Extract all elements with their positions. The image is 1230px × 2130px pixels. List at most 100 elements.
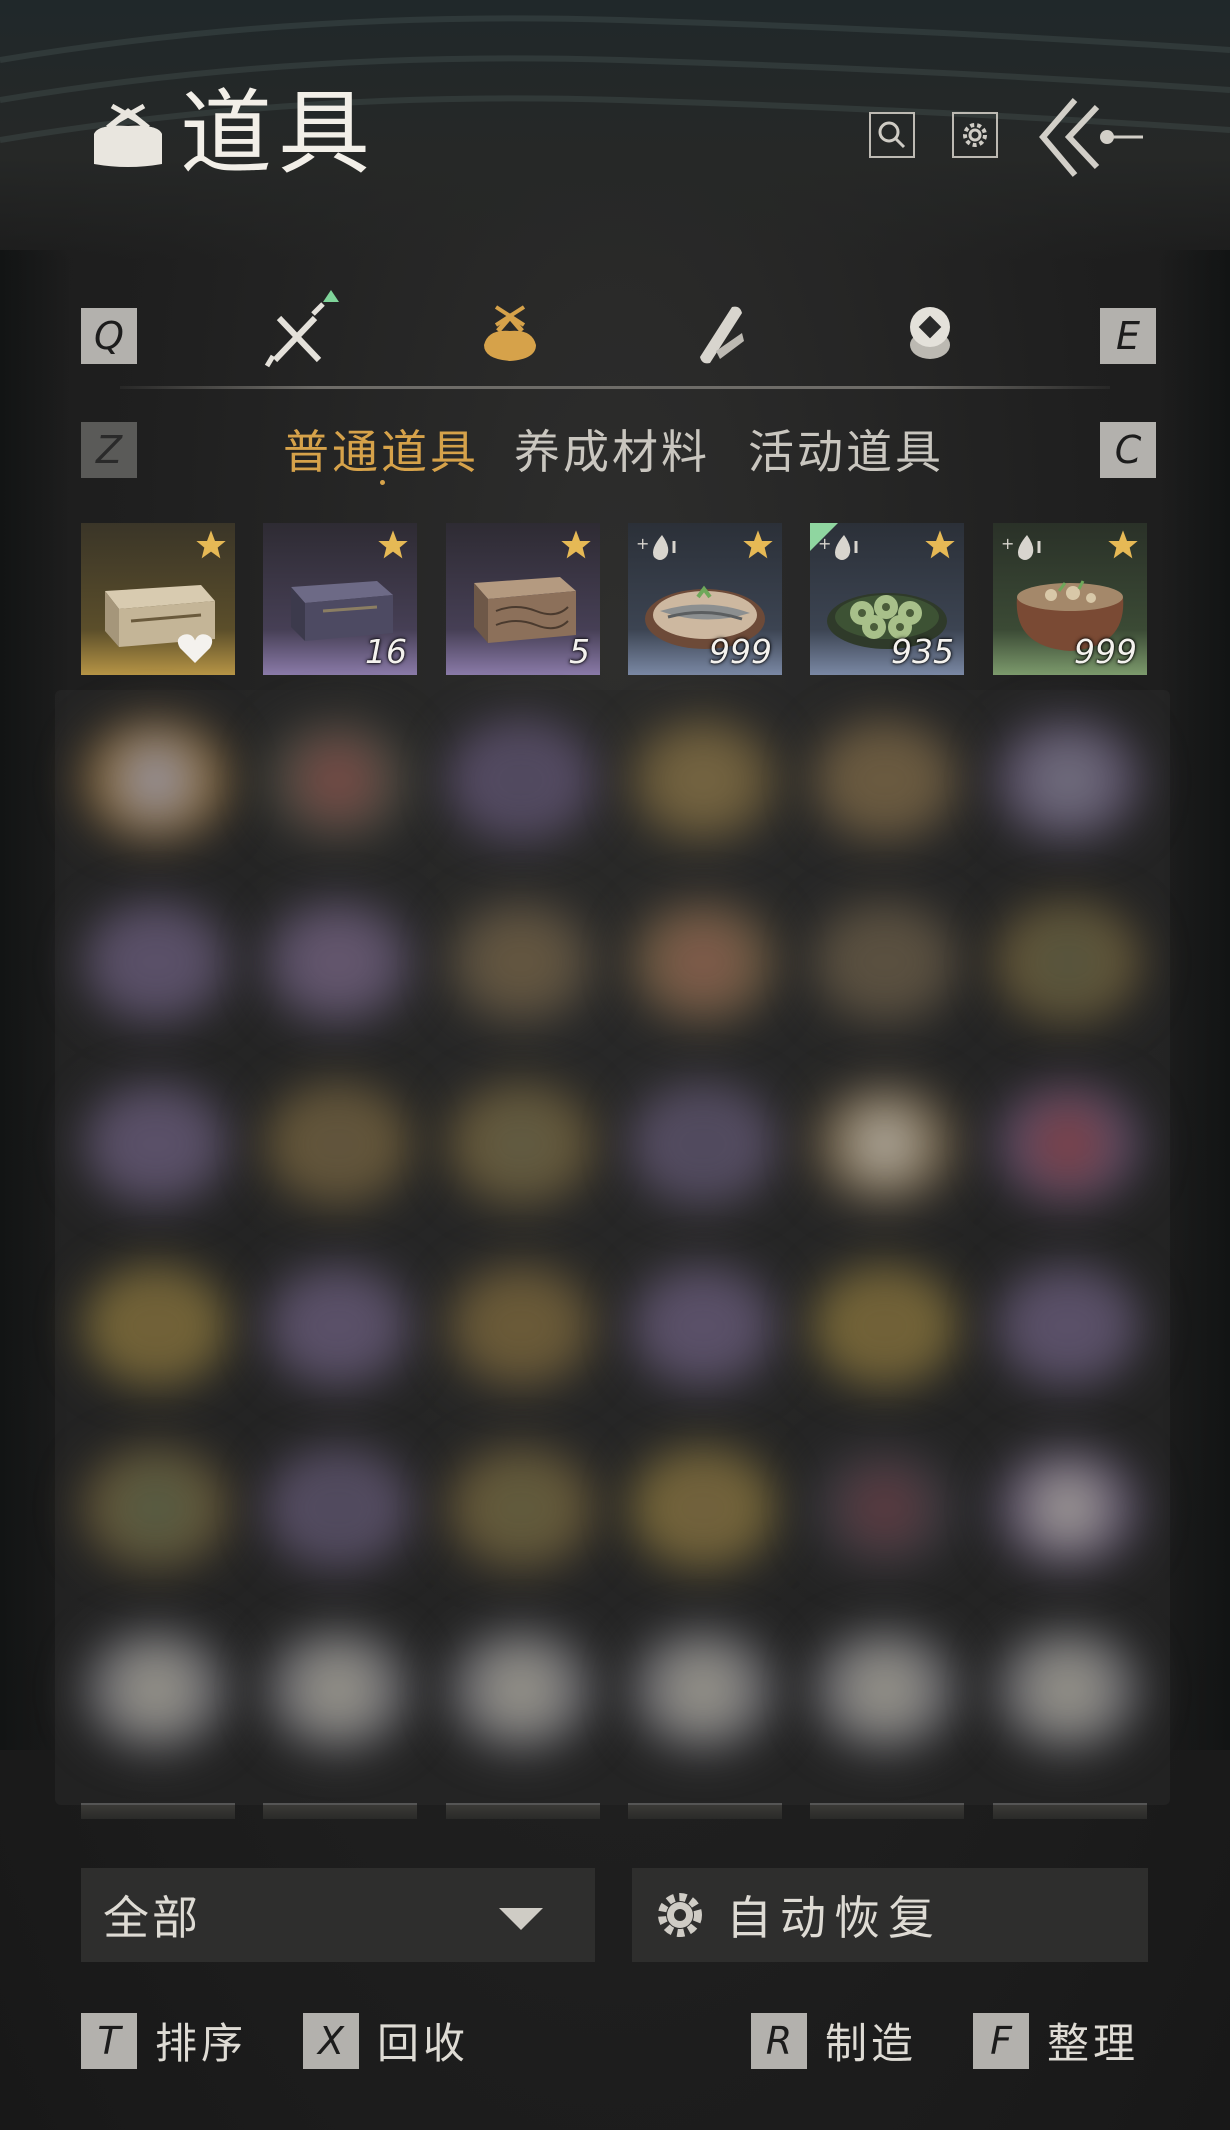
page-title: 道具 [180, 80, 377, 187]
tab-tokens[interactable] [885, 288, 975, 378]
star-icon [743, 530, 773, 559]
item-slot-edge [263, 1803, 417, 1819]
blurred-item [810, 1630, 960, 1750]
blurred-item [446, 902, 596, 1022]
blurred-item [263, 1630, 413, 1750]
subtab-common-items[interactable]: 普通道具 [283, 416, 479, 482]
blurred-item [81, 1630, 231, 1750]
blurred-item [628, 1630, 778, 1750]
blurred-item [81, 1084, 231, 1204]
item-quantity: 5 [569, 632, 590, 671]
settings-button[interactable] [952, 112, 998, 158]
blurred-item [993, 902, 1143, 1022]
blurred-item [81, 902, 231, 1022]
blurred-item [446, 1266, 596, 1386]
star-icon [561, 530, 591, 559]
blurred-item [810, 1084, 960, 1204]
blurred-item [446, 1084, 596, 1204]
item-quantity: 999 [1074, 632, 1137, 671]
blurred-item [628, 1084, 778, 1204]
next-subtab-key[interactable]: C [1100, 422, 1156, 478]
filter-dropdown[interactable]: 全部 [81, 1868, 595, 1962]
weapon-icon [264, 290, 339, 368]
blurred-item [446, 720, 596, 840]
heart-icon [177, 634, 213, 663]
blurred-item [263, 720, 413, 840]
blurred-item [628, 902, 778, 1022]
blurred-item [993, 1630, 1143, 1750]
blurred-inventory-grid [55, 690, 1170, 1805]
blurred-item [810, 1266, 960, 1386]
blurred-item [810, 1448, 960, 1568]
sort-key: T [81, 2012, 137, 2069]
blurred-item [446, 1448, 596, 1568]
blurred-item [810, 902, 960, 1022]
item-slot-edge [81, 1803, 235, 1819]
chevron-down-icon [499, 1908, 543, 1930]
item-quantity: 16 [365, 632, 407, 671]
bundle-icon [484, 305, 536, 361]
item-slot-edge [810, 1803, 964, 1819]
next-category-key[interactable]: E [1100, 308, 1156, 364]
blurred-item [810, 720, 960, 840]
organize-key: F [973, 2012, 1029, 2069]
auto-restore-label: 自动恢复 [726, 1891, 942, 1945]
item-slot[interactable]: 5 [446, 523, 600, 675]
blurred-item [628, 1266, 778, 1386]
blurred-item [81, 720, 231, 840]
item-slot[interactable]: + 935 [810, 523, 964, 675]
blurred-item [628, 720, 778, 840]
blurred-item [993, 1266, 1143, 1386]
blurred-item [81, 1266, 231, 1386]
prev-subtab-key[interactable]: Z [81, 422, 137, 478]
tab-items[interactable] [465, 288, 555, 378]
craft-action[interactable]: R 制造 [751, 2010, 917, 2071]
subtab-growth-materials[interactable]: 养成材料 [514, 416, 710, 482]
organize-action[interactable]: F 整理 [973, 2010, 1139, 2071]
item-slot[interactable]: + 999 [993, 523, 1147, 675]
recycle-action[interactable]: X 回收 [303, 2010, 469, 2071]
auto-restore-button[interactable]: 自动恢复 [632, 1868, 1148, 1962]
page-header: 道具 [88, 88, 376, 180]
item-slot[interactable]: + 999 [628, 523, 782, 675]
item-slot[interactable] [81, 523, 235, 675]
recycle-label: 回收 [377, 2019, 470, 2068]
search-icon [878, 121, 906, 149]
gear-icon [963, 123, 987, 147]
blurred-item [263, 1084, 413, 1204]
star-icon [196, 530, 226, 559]
scroll-icon [700, 306, 744, 364]
back-arrow-icon[interactable] [1035, 95, 1145, 180]
blurred-item [446, 1630, 596, 1750]
right-shade [1160, 250, 1230, 1750]
craft-label: 制造 [825, 2019, 918, 2068]
category-divider [120, 386, 1110, 389]
star-icon [378, 530, 408, 559]
item-slot-edge [628, 1803, 782, 1819]
star-icon [925, 530, 955, 559]
active-subtab-indicator [380, 480, 385, 485]
blurred-item [81, 1448, 231, 1568]
tab-scrolls[interactable] [675, 288, 765, 378]
item-slot-edge [446, 1803, 600, 1819]
blurred-item [993, 1448, 1143, 1568]
sort-action[interactable]: T 排序 [81, 2010, 247, 2071]
subtab-event-items[interactable]: 活动道具 [748, 416, 944, 482]
blurred-item [993, 720, 1143, 840]
blurred-item [263, 1266, 413, 1386]
filter-selected-value: 全部 [103, 1891, 201, 1945]
search-button[interactable] [869, 112, 915, 158]
tab-equipment[interactable] [255, 288, 345, 378]
blurred-item [993, 1084, 1143, 1204]
gear-icon [658, 1893, 702, 1937]
prev-category-key[interactable]: Q [81, 308, 137, 364]
sort-label: 排序 [155, 2019, 248, 2068]
craft-key: R [751, 2012, 807, 2069]
token-icon [910, 307, 950, 359]
item-quantity: 935 [891, 632, 954, 671]
recycle-key: X [303, 2012, 359, 2069]
item-quantity: 999 [709, 632, 772, 671]
organize-label: 整理 [1047, 2019, 1140, 2068]
item-slot-edge [993, 1803, 1147, 1819]
item-slot[interactable]: 16 [263, 523, 417, 675]
